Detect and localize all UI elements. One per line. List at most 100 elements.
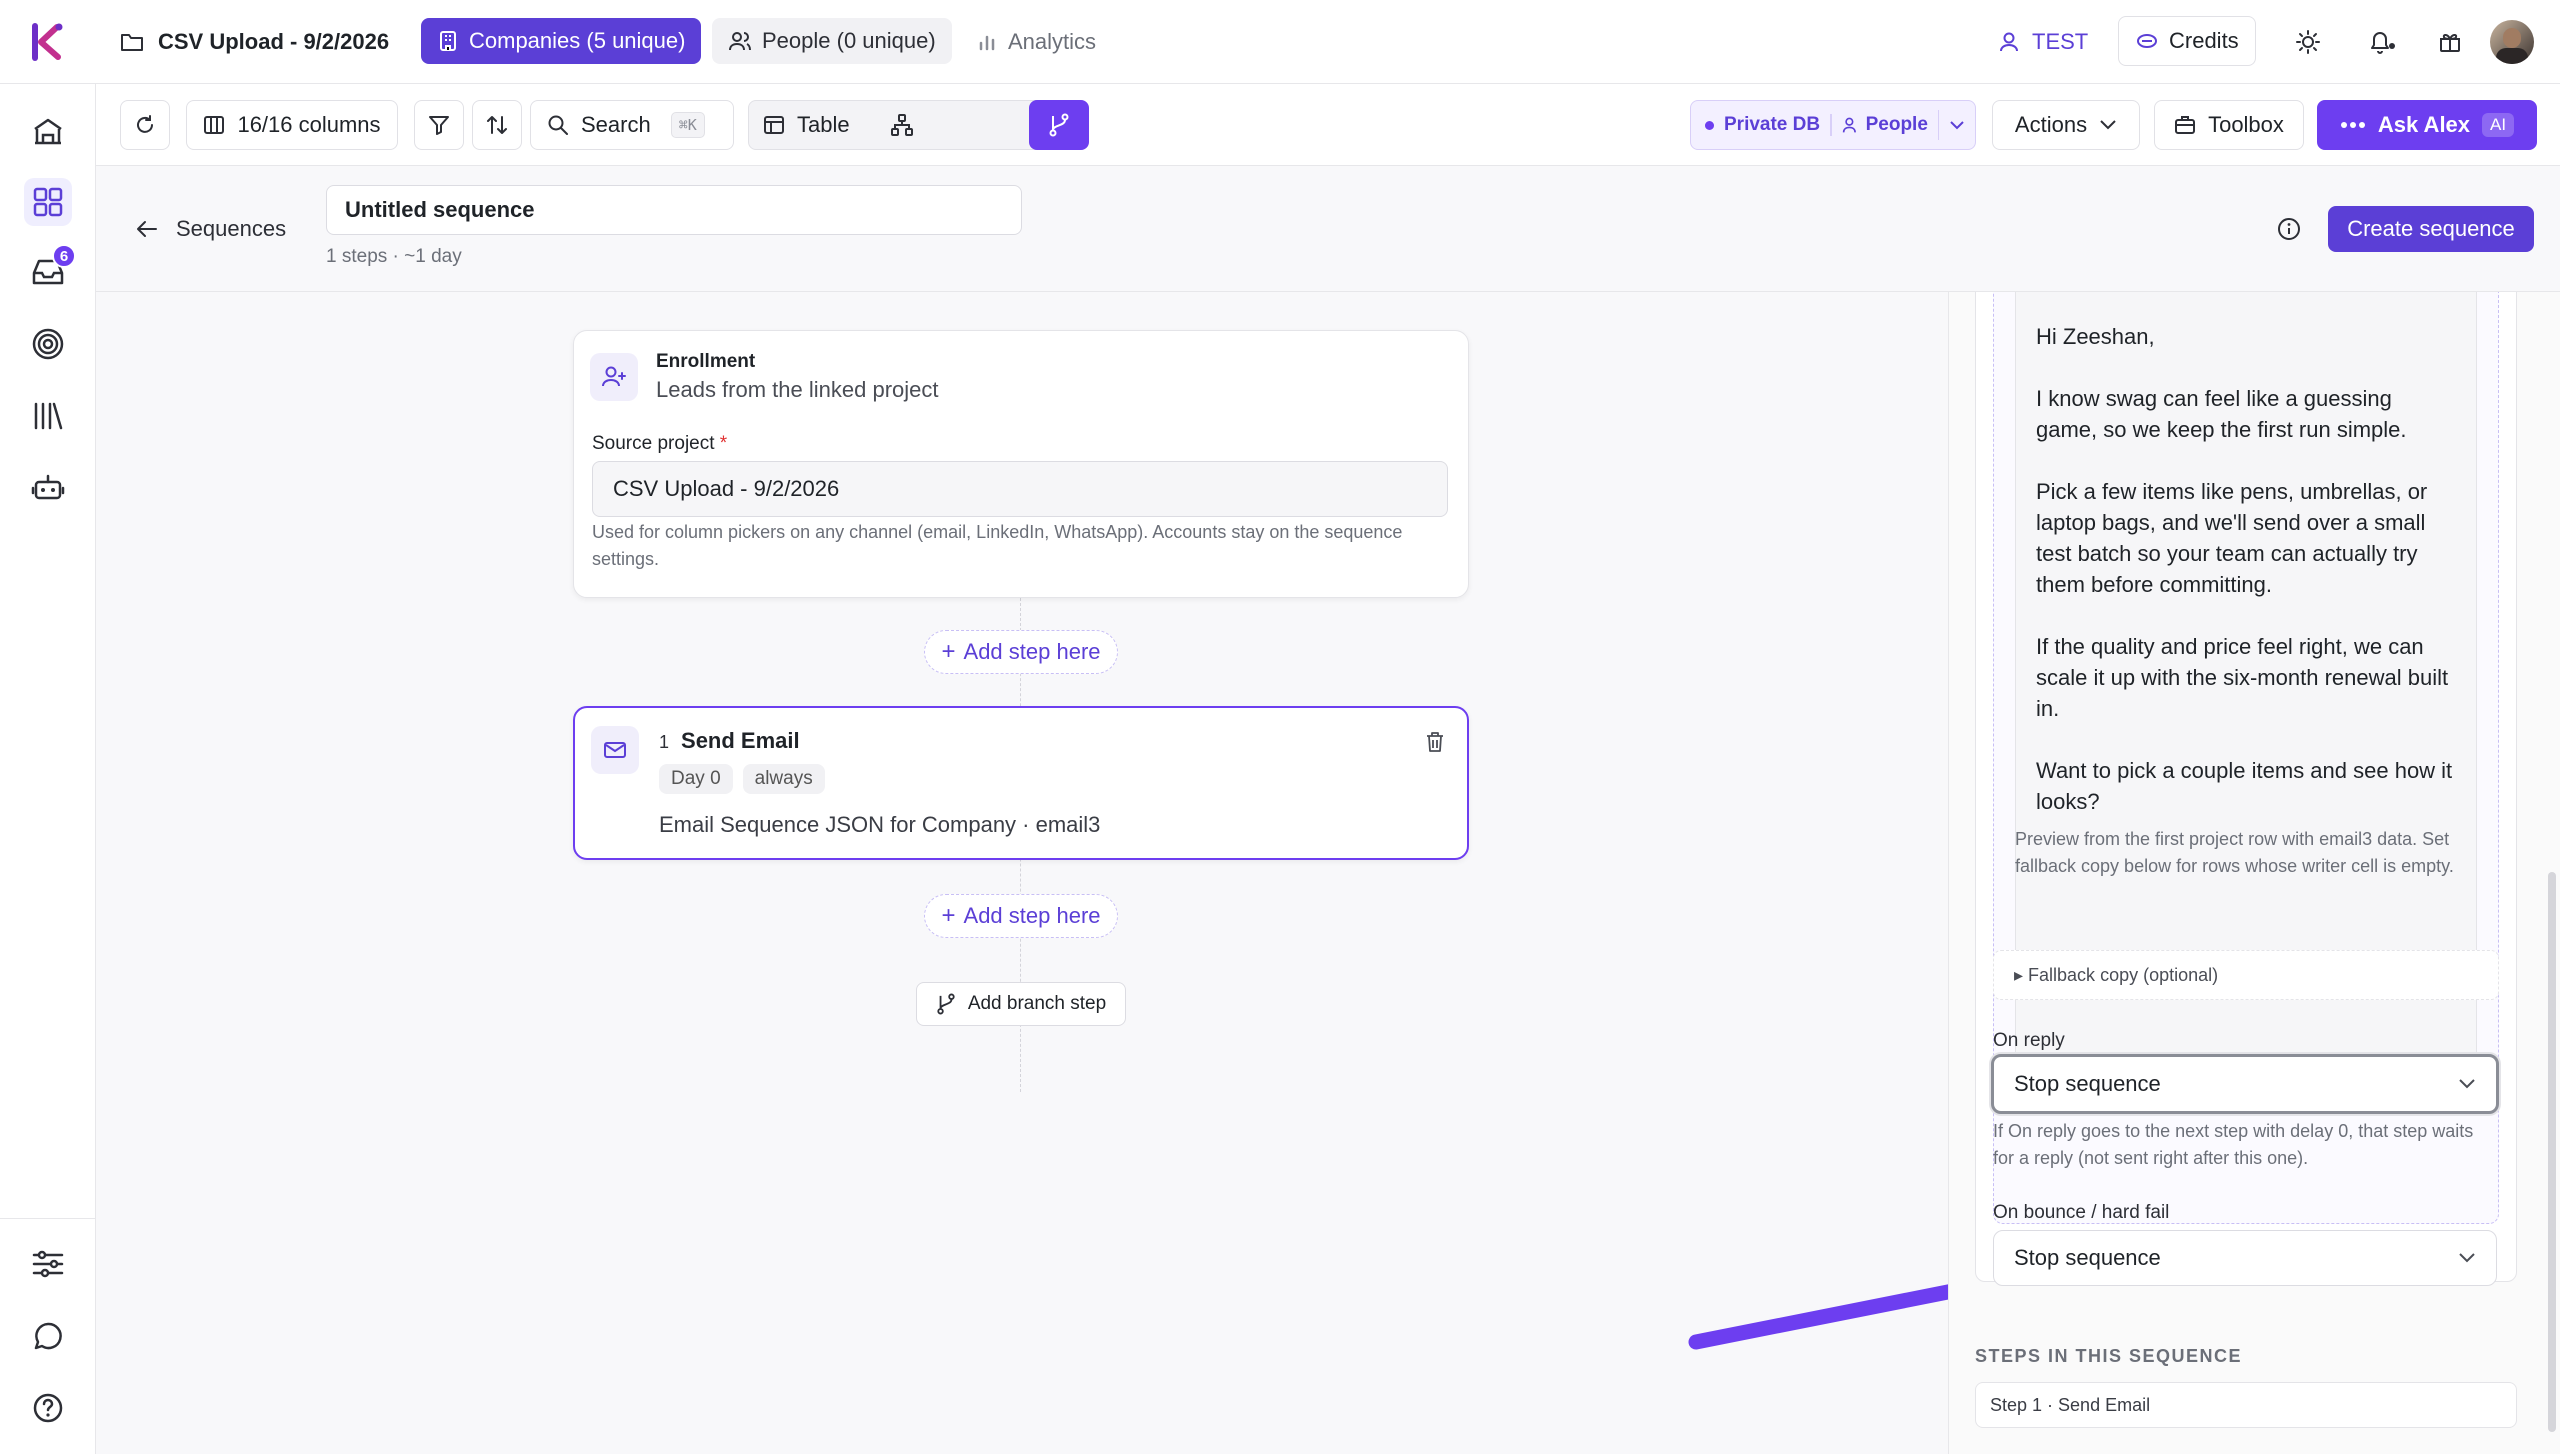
plus-icon: + xyxy=(941,638,956,665)
add-step-button-2[interactable]: + Add step here xyxy=(924,894,1118,938)
tab-companies-label: Companies (5 unique) xyxy=(469,28,686,53)
sort-button[interactable] xyxy=(472,100,522,150)
chevron-down-icon xyxy=(1950,121,1965,130)
info-button[interactable] xyxy=(2276,216,2302,242)
step-editor-panel: Hi Zeeshan, I know swag can feel like a … xyxy=(1948,292,2560,1454)
nav-divider xyxy=(0,1218,96,1219)
enrollment-icon-box xyxy=(590,353,638,401)
view-hierarchy[interactable] xyxy=(887,111,917,139)
database-selector[interactable]: Private DB People xyxy=(1690,100,1976,150)
nav-agents[interactable] xyxy=(24,464,72,512)
nav-settings[interactable] xyxy=(24,1240,72,1288)
top-bar: CSV Upload - 9/2/2026 Companies (5 uniqu… xyxy=(0,0,2560,84)
sequence-header: Sequences Untitled sequence 1 steps · ~1… xyxy=(96,166,2560,292)
chevron-down-icon xyxy=(2459,1253,2475,1263)
mail-icon xyxy=(604,742,626,758)
coin-icon xyxy=(2137,34,2157,48)
trash-icon xyxy=(1427,732,1443,752)
avatar[interactable] xyxy=(2490,20,2534,64)
toolbox-button[interactable]: Toolbox xyxy=(2154,100,2304,150)
step-card-send-email[interactable]: 1 Send Email Day 0 always Email Sequence… xyxy=(573,706,1469,860)
nav-chat[interactable] xyxy=(24,1312,72,1360)
nav-dashboard[interactable] xyxy=(24,178,72,226)
arrow-left-icon xyxy=(137,221,157,237)
step-heading: 1 Send Email xyxy=(659,728,800,754)
gift-icon xyxy=(2440,33,2460,52)
add-step-button-1[interactable]: + Add step here xyxy=(924,630,1118,674)
steps-list-item[interactable]: Step 1 · Send Email xyxy=(1975,1382,2517,1428)
add-step-label: Add step here xyxy=(963,903,1101,928)
actions-label: Actions xyxy=(2014,112,2088,137)
create-sequence-button[interactable]: Create sequence xyxy=(2328,206,2534,252)
view-table-label: Table xyxy=(797,111,850,137)
refresh-icon xyxy=(137,115,153,133)
sequence-name-value: Untitled sequence xyxy=(345,197,535,222)
nav-help[interactable] xyxy=(24,1384,72,1432)
project-title[interactable]: CSV Upload - 9/2/2026 xyxy=(120,0,389,84)
chat-icon xyxy=(34,1322,62,1350)
theme-toggle[interactable] xyxy=(2290,24,2326,60)
nav-targets[interactable] xyxy=(24,320,72,368)
people-icon xyxy=(1842,117,1856,133)
credits-button[interactable]: Credits xyxy=(2118,16,2256,66)
dots-icon xyxy=(2340,122,2365,128)
ask-alex-button[interactable]: Ask Alex AI xyxy=(2317,100,2537,150)
enrollment-card[interactable]: Enrollment Leads from the linked project… xyxy=(573,330,1469,598)
back-to-sequences[interactable]: Sequences xyxy=(136,212,286,246)
columns-button[interactable]: 16/16 columns xyxy=(186,100,398,150)
on-reply-select[interactable]: Stop sequence xyxy=(1991,1054,2499,1114)
search-button[interactable]: Search ⌘K xyxy=(530,100,734,150)
help-icon xyxy=(33,1393,63,1423)
source-project-value: CSV Upload - 9/2/2026 xyxy=(613,476,840,501)
chevron-down-icon xyxy=(2100,120,2116,130)
chevron-down-icon xyxy=(2459,1079,2475,1089)
source-project-field[interactable]: CSV Upload - 9/2/2026 xyxy=(592,461,1448,517)
delete-step-button[interactable] xyxy=(1421,728,1449,756)
filter-button[interactable] xyxy=(414,100,464,150)
sun-icon xyxy=(2296,30,2320,54)
fallback-copy-toggle[interactable]: ▸ Fallback copy (optional) xyxy=(1993,950,2499,1000)
add-branch-step-button[interactable]: Add branch step xyxy=(916,982,1126,1026)
nav-home[interactable] xyxy=(24,108,72,156)
condition-chip: always xyxy=(742,764,825,794)
tab-analytics-label: Analytics xyxy=(1008,29,1097,54)
user-plus-icon xyxy=(602,366,626,387)
gift-button[interactable] xyxy=(2432,24,2468,60)
grid-icon xyxy=(33,187,63,217)
tab-companies[interactable]: Companies (5 unique) xyxy=(421,18,702,64)
on-reply-help: If On reply goes to the next step with d… xyxy=(1993,1121,2474,1168)
actions-button[interactable]: Actions xyxy=(1992,100,2140,150)
enrollment-title: Enrollment xyxy=(656,351,756,372)
notifications-button[interactable] xyxy=(2364,24,2400,60)
project-title-text: CSV Upload - 9/2/2026 xyxy=(158,29,390,54)
panel-scrollbar[interactable] xyxy=(2548,872,2556,1432)
tab-analytics[interactable]: Analytics xyxy=(978,0,1096,84)
ask-alex-label: Ask Alex xyxy=(2377,112,2471,137)
nav-library[interactable] xyxy=(24,392,72,440)
sequence-name-input[interactable]: Untitled sequence xyxy=(326,185,1022,235)
view-sequences[interactable] xyxy=(1029,100,1089,150)
tab-people[interactable]: People (0 unique) xyxy=(712,18,952,64)
target-icon xyxy=(32,328,64,360)
test-label: TEST xyxy=(2032,29,2089,54)
plus-icon: + xyxy=(941,902,956,929)
on-reply-label: On reply xyxy=(1993,1030,2065,1051)
test-mode[interactable]: TEST xyxy=(1998,0,2088,84)
on-bounce-select[interactable]: Stop sequence xyxy=(1993,1230,2497,1286)
search-icon xyxy=(548,115,568,135)
db-status-dot xyxy=(1705,120,1714,130)
app-logo[interactable] xyxy=(0,0,96,84)
email-line-greeting: Hi Zeeshan, xyxy=(2036,324,2155,349)
on-bounce-value: Stop sequence xyxy=(2014,1245,2161,1270)
view-table[interactable]: Table xyxy=(763,101,850,148)
db-label: Private DB xyxy=(1724,114,1821,135)
tab-people-label: People (0 unique) xyxy=(762,28,936,53)
toolbox-label: Toolbox xyxy=(2208,112,2284,137)
people-filter-label: People xyxy=(1865,114,1928,135)
refresh-button[interactable] xyxy=(120,100,170,150)
user-icon xyxy=(2000,32,2018,52)
back-label: Sequences xyxy=(176,216,287,241)
nav-inbox[interactable]: 6 xyxy=(24,244,76,296)
source-project-label-text: Source project xyxy=(592,433,715,454)
home-icon xyxy=(34,118,62,145)
